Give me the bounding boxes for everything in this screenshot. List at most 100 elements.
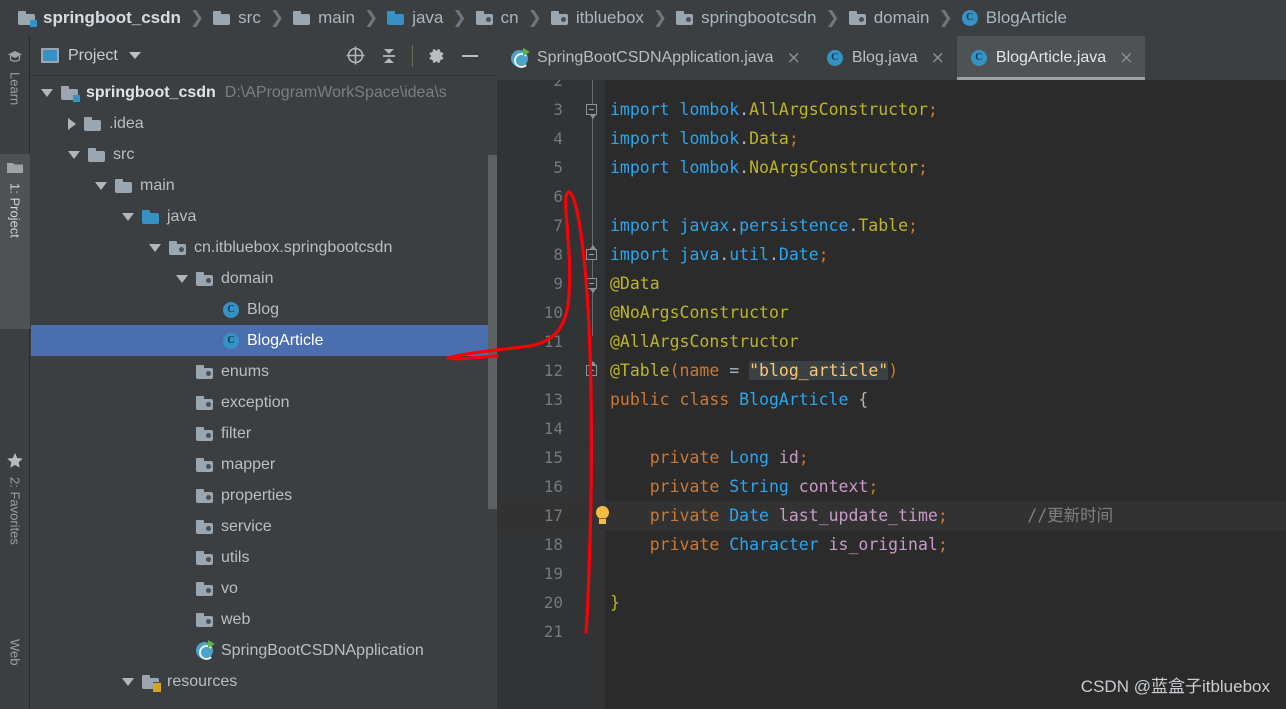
locate-icon[interactable]: [338, 42, 372, 70]
code-line-9[interactable]: 9 @Data: [497, 269, 1286, 298]
chevron-down-icon[interactable]: [149, 243, 161, 252]
chevron-down-icon[interactable]: [122, 677, 134, 686]
code-line-8[interactable]: 8 import java.util.Date;: [497, 240, 1286, 269]
code-line-15[interactable]: 15 private Long id;: [497, 443, 1286, 472]
intention-bulb-icon[interactable]: [595, 506, 611, 526]
chevron-down-icon[interactable]: [41, 88, 53, 97]
chevron-down-icon[interactable]: [176, 274, 188, 283]
fold-marker-end[interactable]: [586, 245, 597, 260]
close-icon[interactable]: ×: [1119, 49, 1133, 67]
chevron-down-icon[interactable]: [122, 212, 134, 221]
watermark: CSDN @蓝盒子itbluebox: [1080, 677, 1270, 696]
code-token: =: [719, 361, 750, 380]
tree-node-cn-itbluebox-springbootcsdn[interactable]: cn.itbluebox.springbootcsdn: [31, 232, 497, 263]
code-line-18[interactable]: 18 private Character is_original;: [497, 530, 1286, 559]
tree-node-label: BlogArticle: [247, 331, 324, 349]
tree-node-domain[interactable]: domain: [31, 263, 497, 294]
project-scrollbar-track[interactable]: [488, 77, 497, 709]
breadcrumb-item-springboot-csdn[interactable]: springboot_csdn: [18, 8, 181, 28]
code-line-7[interactable]: 7 import javax.persistence.Table;: [497, 211, 1286, 240]
code-line-13[interactable]: 13 public class BlogArticle {: [497, 385, 1286, 414]
breadcrumb-item-main[interactable]: main: [293, 8, 355, 28]
fold-marker-start[interactable]: [586, 278, 597, 293]
breadcrumb-item-itbluebox[interactable]: itbluebox: [550, 8, 644, 28]
tree-node-resources[interactable]: resources: [31, 666, 497, 697]
tree-node-src[interactable]: src: [31, 139, 497, 170]
spring-class-icon: [196, 640, 215, 660]
project-scrollbar-thumb[interactable]: [488, 155, 497, 509]
code-text: import lombok.Data;: [610, 124, 799, 153]
tree-node-mapper[interactable]: mapper: [31, 449, 497, 480]
code-token: private: [649, 448, 730, 467]
tree-node-utils[interactable]: utils: [31, 542, 497, 573]
breadcrumb-item-domain[interactable]: domain: [848, 8, 929, 28]
breadcrumb-item-cn[interactable]: cn: [475, 8, 519, 28]
fold-marker-end[interactable]: [586, 361, 597, 376]
editor-tab-blogarticle-java[interactable]: C BlogArticle.java ×: [956, 36, 1146, 80]
tree-node--idea[interactable]: .idea: [31, 108, 497, 139]
tree-node-blogarticle[interactable]: C BlogArticle: [31, 325, 497, 356]
tree-node-blog[interactable]: C Blog: [31, 294, 497, 325]
code-line-11[interactable]: 11 @AllArgsConstructor: [497, 327, 1286, 356]
class-icon: C: [970, 50, 987, 66]
breadcrumb-label: main: [318, 8, 355, 27]
collapse-all-icon[interactable]: [372, 42, 406, 70]
module-folder-icon: [61, 85, 80, 102]
code-line-2[interactable]: 2: [497, 80, 1286, 95]
package-icon: [196, 612, 213, 627]
chevron-down-icon[interactable]: [68, 150, 80, 159]
tree-node-vo[interactable]: vo: [31, 573, 497, 604]
tree-node-main[interactable]: main: [31, 170, 497, 201]
breadcrumb-item-src[interactable]: src: [213, 8, 261, 28]
tree-node-springbootcsdnapplication[interactable]: SpringBootCSDNApplication: [31, 635, 497, 666]
hide-window-icon[interactable]: [453, 42, 487, 70]
code-line-6[interactable]: 6: [497, 182, 1286, 211]
code-token: java: [679, 245, 720, 264]
tree-node-springboot-csdn[interactable]: springboot_csdn D:\AProgramWorkSpace\idea…: [31, 77, 497, 108]
rail-button-1-project[interactable]: 1: Project: [0, 154, 30, 329]
code-line-16[interactable]: 16 private String context;: [497, 472, 1286, 501]
tree-node-java[interactable]: java: [31, 201, 497, 232]
tree-node-filter[interactable]: filter: [31, 418, 497, 449]
tree-node-exception[interactable]: exception: [31, 387, 497, 418]
code-line-17[interactable]: 17 private Date last_update_time; //更新时间: [497, 501, 1286, 530]
breadcrumb-item-blogarticle[interactable]: C BlogArticle: [961, 8, 1067, 28]
code-line-14[interactable]: 14: [497, 414, 1286, 443]
code-line-4[interactable]: 4 import lombok.Data;: [497, 124, 1286, 153]
editor-tab-springbootcsdnapplication-java[interactable]: SpringBootCSDNApplication.java ×: [497, 36, 813, 80]
code-line-10[interactable]: 10 @NoArgsConstructor: [497, 298, 1286, 327]
rail-button-web[interactable]: Web: [0, 626, 30, 708]
close-icon[interactable]: ×: [787, 49, 801, 67]
code-line-3[interactable]: 3 import lombok.AllArgsConstructor;: [497, 95, 1286, 124]
code-line-19[interactable]: 19: [497, 559, 1286, 588]
project-tool-window: Project springboot_csdn D:\AProgramWorkS…: [31, 36, 497, 709]
fold-marker-start[interactable]: [586, 104, 597, 119]
editor-tab-blog-java[interactable]: C Blog.java ×: [813, 36, 957, 80]
breadcrumb-item-springbootcsdn[interactable]: springbootcsdn: [676, 8, 816, 28]
chevron-down-icon[interactable]: [128, 52, 141, 59]
code-token: private: [649, 506, 730, 525]
breadcrumb-item-java[interactable]: java: [387, 8, 443, 28]
tree-node-label: vo: [221, 579, 238, 597]
breadcrumb-label: springbootcsdn: [701, 8, 817, 27]
tree-node-web[interactable]: web: [31, 604, 497, 635]
tree-node-enums[interactable]: enums: [31, 356, 497, 387]
tree-node-service[interactable]: service: [31, 511, 497, 542]
code-editor[interactable]: 2 3 import lombok.AllArgsConstructor; 4 impo…: [497, 80, 1286, 709]
close-icon[interactable]: ×: [931, 49, 945, 67]
rail-button-learn[interactable]: Learn: [0, 42, 30, 147]
package-icon: [848, 11, 866, 25]
chevron-down-icon[interactable]: [95, 181, 107, 190]
tree-node-properties[interactable]: properties: [31, 480, 497, 511]
settings-gear-icon[interactable]: [419, 42, 453, 70]
chevron-right-icon[interactable]: [68, 117, 76, 130]
code-line-20[interactable]: 20}: [497, 588, 1286, 617]
package-icon: [196, 519, 213, 534]
code-line-12[interactable]: 12 @Table(name = "blog_article"): [497, 356, 1286, 385]
code-line-5[interactable]: 5 import lombok.NoArgsConstructor;: [497, 153, 1286, 182]
code-line-21[interactable]: 21: [497, 617, 1286, 646]
rail-button-2-favorites[interactable]: 2: Favorites: [0, 446, 30, 606]
line-number: 6: [553, 187, 563, 206]
